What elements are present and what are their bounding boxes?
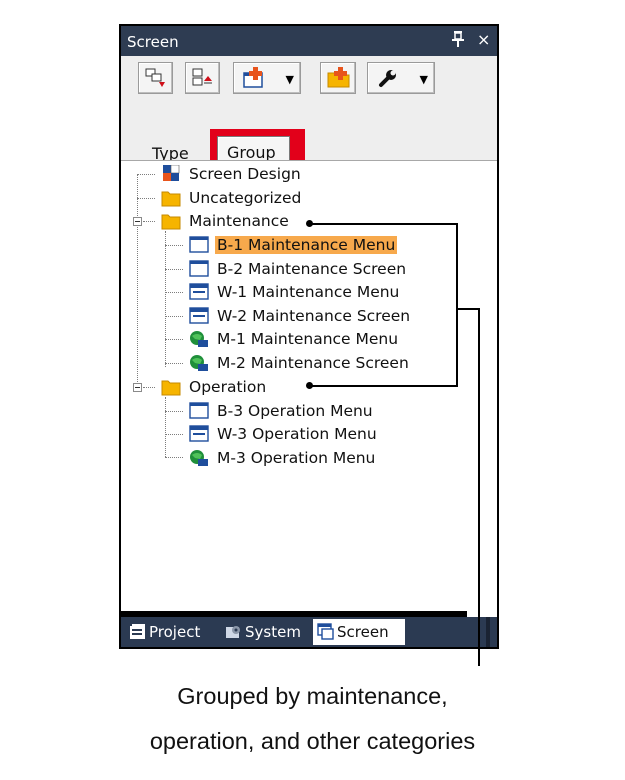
- panel-titlebar: Screen ×: [121, 26, 497, 56]
- folder-icon: [161, 214, 181, 230]
- chevron-down-icon: ▼: [285, 73, 294, 86]
- panel-title: Screen: [127, 33, 179, 51]
- tree-line: [165, 411, 183, 412]
- tree-item-label: Uncategorized: [189, 189, 302, 207]
- window-screen-icon: [189, 307, 209, 324]
- chevron-down-icon: ▼: [419, 73, 428, 86]
- project-icon: [130, 624, 145, 639]
- tree-item-label: B-1 Maintenance Menu: [215, 236, 398, 254]
- window-screen-icon: [189, 425, 209, 442]
- move-up-button[interactable]: [185, 62, 220, 94]
- move-up-icon: [192, 68, 212, 86]
- folder-icon: [161, 191, 181, 207]
- base-screen-icon: [189, 260, 209, 277]
- tab-label: System: [245, 623, 301, 641]
- pin-icon[interactable]: [452, 31, 464, 51]
- base-screen-icon: [189, 236, 209, 253]
- globe-screen-icon: [190, 355, 208, 371]
- folder-icon: [161, 380, 181, 396]
- tab-label: Project: [149, 623, 201, 641]
- tab-screen[interactable]: Screen: [313, 619, 405, 645]
- tree-line: [165, 231, 166, 367]
- globe-screen-icon: [190, 331, 208, 347]
- globe-screen-icon: [190, 450, 208, 466]
- window-screen-icon: [189, 283, 209, 300]
- caption-line-1: Grouped by maintenance,: [177, 683, 448, 709]
- close-icon[interactable]: ×: [477, 30, 490, 49]
- tree-item-label: W-1 Maintenance Menu: [217, 283, 400, 301]
- new-folder-icon: [327, 67, 350, 88]
- collapse-toggle-operation[interactable]: [133, 383, 142, 392]
- tree-item-label: Operation: [189, 378, 267, 396]
- new-screen-icon: [243, 67, 263, 88]
- callout-line: [310, 223, 458, 225]
- tab-label: Screen: [337, 623, 389, 641]
- move-down-icon: [145, 68, 165, 87]
- move-down-button[interactable]: [138, 62, 173, 94]
- callout-line: [456, 223, 458, 387]
- tree-item-label: M-2 Maintenance Screen: [217, 354, 409, 372]
- tools-button[interactable]: ▼: [367, 62, 435, 94]
- tree-item-label: W-2 Maintenance Screen: [217, 307, 411, 325]
- tree-line: [165, 363, 183, 364]
- wrench-icon: [379, 70, 396, 87]
- tree-item-label: Screen Design: [189, 165, 301, 183]
- tree-item-label: M-3 Operation Menu: [217, 449, 376, 467]
- tree-line: [165, 316, 183, 317]
- screen-design-icon: [163, 165, 180, 181]
- tree-line: [137, 174, 155, 175]
- system-icon: [226, 626, 240, 638]
- tab-system[interactable]: System: [221, 619, 307, 645]
- screen-panel: Screen × ▼ ▼ Type Group Screen Design Un…: [119, 24, 499, 649]
- tree-line: [165, 339, 183, 340]
- base-screen-icon: [189, 402, 209, 419]
- tabbar-edge: [486, 617, 490, 647]
- tree-line: [137, 198, 155, 199]
- callout-line: [458, 308, 480, 310]
- tree-line: [165, 397, 166, 457]
- tree-line: [165, 457, 183, 458]
- tree-line: [143, 221, 155, 222]
- tree-line: [165, 292, 183, 293]
- tree-item-label: B-3 Operation Menu: [217, 402, 373, 420]
- caption-line-2: operation, and other categories: [149, 728, 476, 754]
- tab-project[interactable]: Project: [125, 619, 213, 645]
- panel-tabbar: Project System Screen: [121, 617, 497, 647]
- tree-line: [137, 174, 138, 392]
- new-folder-button[interactable]: [320, 62, 356, 94]
- tree-line: [165, 434, 183, 435]
- tree-item-label: Maintenance: [189, 212, 289, 230]
- tree-item-label: W-3 Operation Menu: [217, 425, 377, 443]
- screen-tab-icon: [317, 623, 334, 640]
- tree-line: [165, 269, 183, 270]
- new-screen-button[interactable]: ▼: [233, 62, 301, 94]
- collapse-toggle-maintenance[interactable]: [133, 217, 142, 226]
- tree-line: [165, 245, 183, 246]
- callout-line: [478, 308, 480, 666]
- tree-item-label: B-2 Maintenance Screen: [217, 260, 407, 278]
- tree-right-gutter: [467, 161, 497, 617]
- callout-line: [310, 385, 458, 387]
- tree-item-label: M-1 Maintenance Menu: [217, 330, 399, 348]
- tree-line: [143, 387, 155, 388]
